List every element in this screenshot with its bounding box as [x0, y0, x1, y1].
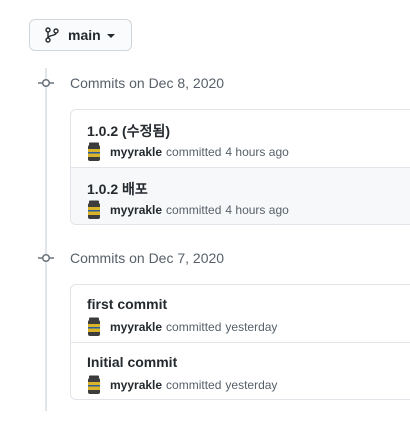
- date-label: Commits on Dec 8, 2020: [70, 75, 225, 91]
- commit-meta: myyrakle committed 4 hours ago: [87, 142, 289, 162]
- date-header: Commits on Dec 7, 2020: [0, 247, 410, 269]
- date-header: Commits on Dec 8, 2020: [0, 72, 410, 94]
- branch-selector-button[interactable]: main: [29, 19, 132, 51]
- avatar[interactable]: [87, 317, 101, 337]
- git-branch-icon: [45, 27, 59, 43]
- branch-name: main: [68, 27, 101, 43]
- commit-title-link[interactable]: first commit: [87, 296, 167, 312]
- commit-author-link[interactable]: myyrakle: [110, 203, 162, 217]
- git-commit-icon: [38, 250, 54, 266]
- commit-item: 1.0.2 배포 myyrakle committed 4 hours ago: [71, 167, 410, 224]
- commit-author-link[interactable]: myyrakle: [110, 378, 162, 392]
- commit-time: yesterday: [225, 378, 278, 392]
- commit-list: first commit myyrakle committed yesterda…: [70, 284, 410, 400]
- commit-time: 4 hours ago: [225, 203, 289, 217]
- commit-title-link[interactable]: Initial commit: [87, 354, 177, 370]
- commit-meta: myyrakle committed yesterday: [87, 317, 277, 337]
- commit-meta: myyrakle committed 4 hours ago: [87, 200, 289, 220]
- commit-time: yesterday: [225, 320, 278, 334]
- avatar[interactable]: [87, 375, 101, 395]
- commit-item: Initial commit myyrakle committed yester…: [71, 342, 410, 399]
- date-label: Commits on Dec 7, 2020: [70, 250, 225, 266]
- commit-item: 1.0.2 (수정됨) myyrakle committed 4 hours a…: [71, 110, 410, 167]
- chevron-down-icon: [106, 34, 115, 38]
- commit-verb: committed: [166, 320, 222, 334]
- commit-meta: myyrakle committed yesterday: [87, 375, 277, 395]
- avatar[interactable]: [87, 142, 101, 162]
- commit-verb: committed: [166, 145, 222, 159]
- commit-list: 1.0.2 (수정됨) myyrakle committed 4 hours a…: [70, 109, 410, 225]
- commit-verb: committed: [166, 378, 222, 392]
- git-commit-icon: [38, 75, 54, 91]
- commit-author-link[interactable]: myyrakle: [110, 145, 162, 159]
- commit-item: first commit myyrakle committed yesterda…: [71, 285, 410, 342]
- commit-time: 4 hours ago: [225, 145, 289, 159]
- commit-verb: committed: [166, 203, 222, 217]
- commit-title-link[interactable]: 1.0.2 (수정됨): [87, 121, 170, 141]
- timeline-line: [45, 68, 47, 411]
- commit-group: Commits on Dec 7, 2020: [0, 247, 410, 269]
- commit-author-link[interactable]: myyrakle: [110, 320, 162, 334]
- commit-group: Commits on Dec 8, 2020: [0, 72, 410, 94]
- avatar[interactable]: [87, 200, 101, 220]
- commit-title-link[interactable]: 1.0.2 배포: [87, 179, 148, 199]
